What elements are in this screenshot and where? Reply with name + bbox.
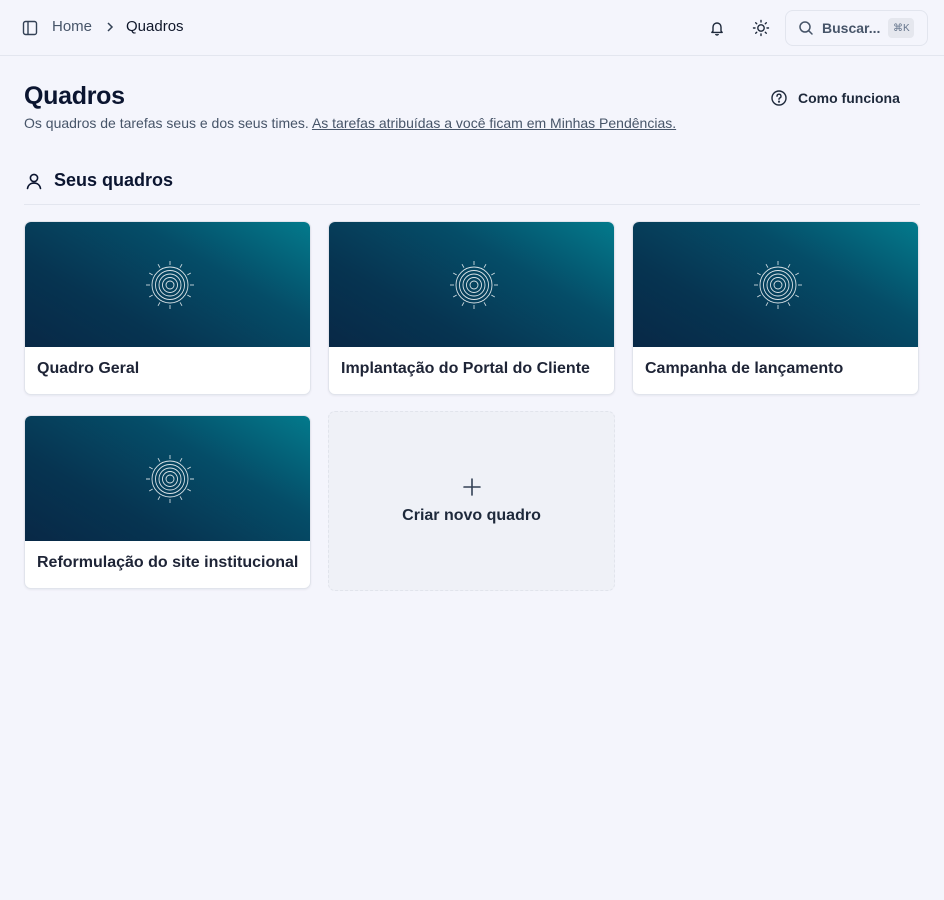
board-title: Quadro Geral xyxy=(37,360,140,377)
board-title: Campanha de lançamento xyxy=(645,360,844,377)
search-icon xyxy=(798,20,814,36)
board-cover xyxy=(329,222,614,347)
breadcrumb: Home Quadros xyxy=(52,18,184,35)
plus-icon xyxy=(462,477,482,497)
breadcrumb-home[interactable]: Home xyxy=(52,18,92,35)
board-card[interactable]: Campanha de lançamento xyxy=(632,221,919,395)
spiral-logo-icon xyxy=(146,455,194,503)
chevron-right-icon xyxy=(106,21,114,32)
board-cover xyxy=(25,222,310,347)
board-card[interactable]: Quadro Geral xyxy=(24,221,311,395)
page-description-text: Os quadros de tarefas seus e dos seus ti… xyxy=(24,115,309,131)
sun-icon[interactable] xyxy=(750,17,772,39)
board-title: Reformulação do site institucional xyxy=(37,554,299,571)
user-icon xyxy=(24,171,44,191)
my-pending-link[interactable]: As tarefas atribuídas a você ficam em Mi… xyxy=(312,115,676,131)
section-divider xyxy=(24,204,920,205)
create-board-label: Criar novo quadro xyxy=(402,507,541,524)
section-header: Seus quadros xyxy=(24,170,173,191)
search-label: Buscar... xyxy=(822,20,881,36)
sidebar-toggle-icon[interactable] xyxy=(20,18,40,38)
help-circle-icon xyxy=(770,89,788,107)
board-card[interactable]: Reformulação do site institucional xyxy=(24,415,311,589)
section-title: Seus quadros xyxy=(54,170,174,190)
top-bar: Home Quadros Buscar... ⌘K xyxy=(0,0,944,56)
spiral-logo-icon xyxy=(450,261,498,309)
how-it-works-button[interactable]: Como funciona xyxy=(770,88,900,108)
breadcrumb-current: Quadros xyxy=(126,18,184,35)
board-card[interactable]: Implantação do Portal do Cliente xyxy=(328,221,615,395)
spiral-logo-icon xyxy=(146,261,194,309)
board-cover xyxy=(25,416,310,541)
page-description: Os quadros de tarefas seus e dos seus ti… xyxy=(24,113,684,133)
board-cover xyxy=(633,222,918,347)
search-button[interactable]: Buscar... ⌘K xyxy=(785,10,928,46)
how-it-works-label: Como funciona xyxy=(798,90,900,106)
bell-icon[interactable] xyxy=(706,17,728,39)
board-title: Implantação do Portal do Cliente xyxy=(341,360,590,377)
keyboard-shortcut-badge: ⌘K xyxy=(888,18,915,38)
page-title: Quadros xyxy=(24,82,125,110)
spiral-logo-icon xyxy=(754,261,802,309)
create-board-button[interactable]: Criar novo quadro xyxy=(328,411,615,591)
